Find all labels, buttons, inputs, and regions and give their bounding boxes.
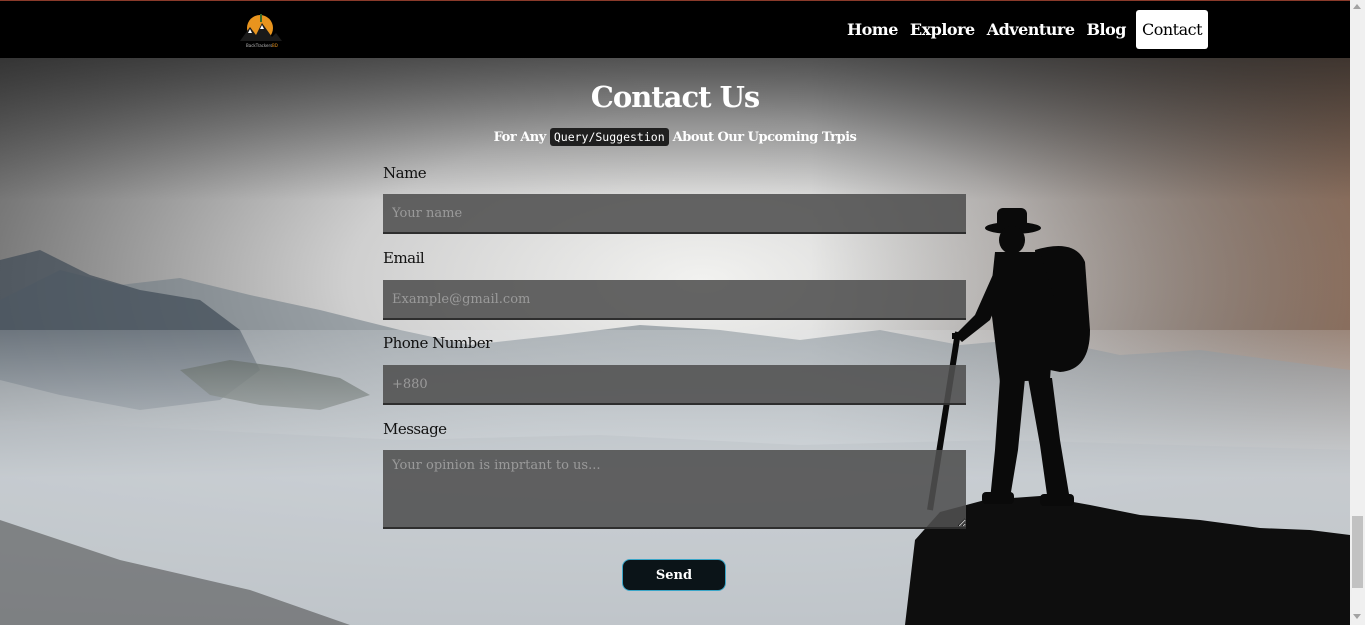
scrollbar-thumb[interactable] — [1352, 516, 1363, 588]
scroll-up-arrow-icon[interactable] — [1353, 4, 1361, 9]
svg-text:BD: BD — [272, 43, 278, 48]
nav-contact-link[interactable]: Contact — [1136, 10, 1209, 49]
phone-label: Phone Number — [383, 334, 492, 352]
message-label: Message — [383, 420, 447, 438]
name-label: Name — [383, 164, 427, 182]
subtitle-code-chip: Query/Suggestion — [549, 128, 669, 146]
scroll-down-arrow-icon[interactable] — [1353, 614, 1361, 619]
subtitle-suffix: About Our Upcoming Trpis — [672, 130, 857, 145]
logo-wordmark-text: BackTrackers — [246, 43, 272, 48]
navbar: BackTrackers BD Home Explore Adventure B… — [0, 1, 1350, 58]
email-input[interactable] — [383, 280, 966, 320]
phone-input[interactable] — [383, 365, 966, 405]
subtitle-prefix: For Any — [493, 130, 547, 145]
page-title: Contact Us — [590, 80, 760, 114]
email-label: Email — [383, 249, 425, 267]
page-scrollbar[interactable] — [1350, 0, 1365, 625]
nav-links: Home Explore Adventure Blog Contact — [841, 10, 1209, 49]
nav-adventure-link[interactable]: Adventure — [981, 10, 1081, 49]
send-button[interactable]: Send — [622, 559, 726, 591]
message-textarea[interactable] — [383, 450, 966, 529]
nav-home-link[interactable]: Home — [841, 10, 904, 49]
nav-blog-link[interactable]: Blog — [1081, 10, 1132, 49]
contact-section: Contact Us For Any Query/Suggestion Abou… — [0, 0, 1350, 625]
name-input[interactable] — [383, 194, 966, 234]
page-subtitle: For Any Query/Suggestion About Our Upcom… — [0, 128, 1350, 146]
brand-logo[interactable]: BackTrackers BD — [236, 11, 284, 49]
nav-explore-link[interactable]: Explore — [904, 10, 981, 49]
